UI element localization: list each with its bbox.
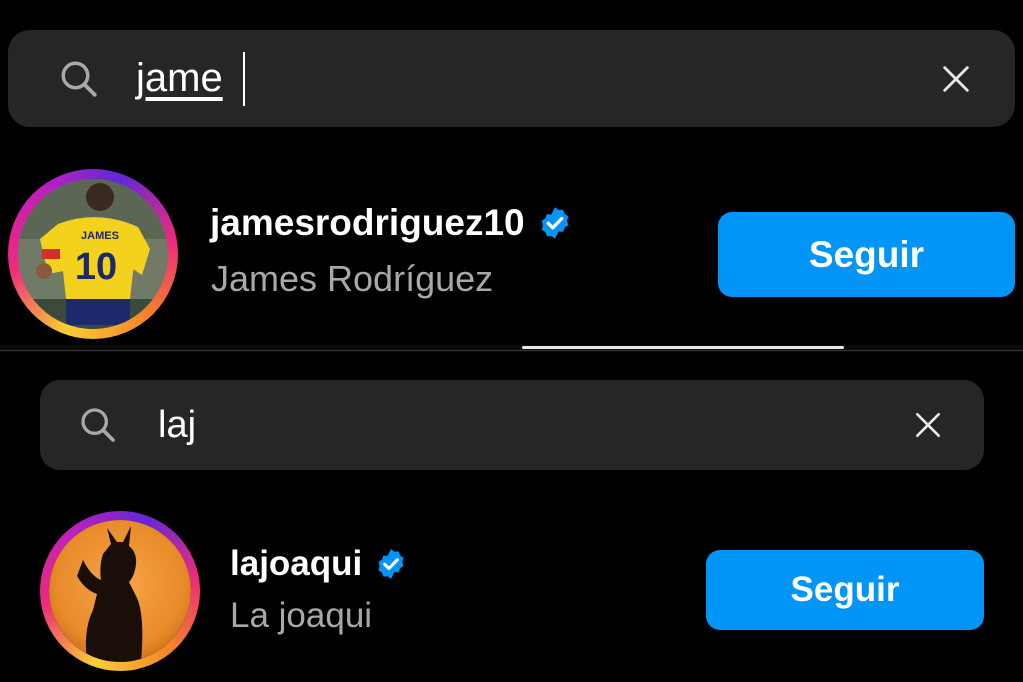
follow-button-label[interactable]: Seguir — [809, 234, 924, 276]
search-panel-bottom: laj lajoaqui La joaqui Seguir — [0, 352, 1023, 682]
search-result-row[interactable]: lajoaqui La joaqui Seguir — [0, 507, 1023, 682]
search-result-row[interactable]: JAMES 10 jamesrodriguez10 James Rodrígue… — [0, 165, 1023, 345]
close-icon[interactable] — [912, 409, 944, 441]
follow-button[interactable]: Seguir — [706, 550, 984, 630]
search-input[interactable]: laj — [158, 402, 196, 448]
image-divider — [0, 345, 1023, 352]
search-icon — [61, 61, 97, 97]
follow-button[interactable]: Seguir — [718, 212, 1015, 297]
search-field[interactable]: jame — [8, 30, 1015, 127]
follow-button-label[interactable]: Seguir — [791, 570, 900, 610]
username-text[interactable]: jamesrodriguez10 — [210, 201, 525, 245]
search-icon — [81, 408, 115, 442]
avatar — [49, 520, 191, 662]
full-name: La joaqui — [230, 596, 373, 635]
username-text[interactable]: lajoaqui — [230, 543, 362, 585]
username[interactable]: lajoaqui — [230, 543, 408, 585]
search-field[interactable]: laj — [40, 380, 984, 470]
jersey-number: 10 — [75, 246, 117, 288]
close-icon[interactable] — [939, 62, 973, 96]
search-input[interactable]: jame — [136, 54, 223, 102]
avatar-story-ring[interactable] — [40, 511, 200, 671]
avatar-photo: JAMES 10 — [18, 179, 168, 329]
avatar: JAMES 10 — [18, 179, 168, 329]
verified-badge-icon — [541, 207, 568, 239]
scroll-indicator — [522, 346, 844, 349]
search-panel-top: jame JAMES 10 jamesrodriguez10 James Rod… — [0, 0, 1023, 345]
username[interactable]: jamesrodriguez10 — [210, 201, 573, 245]
full-name: James Rodríguez — [211, 258, 494, 299]
avatar-photo — [49, 520, 191, 662]
verified-badge-icon — [378, 549, 404, 579]
avatar-story-ring[interactable]: JAMES 10 — [8, 169, 178, 339]
divider-line — [0, 350, 1023, 351]
jersey-name: JAMES — [81, 230, 119, 242]
text-cursor — [243, 52, 245, 106]
